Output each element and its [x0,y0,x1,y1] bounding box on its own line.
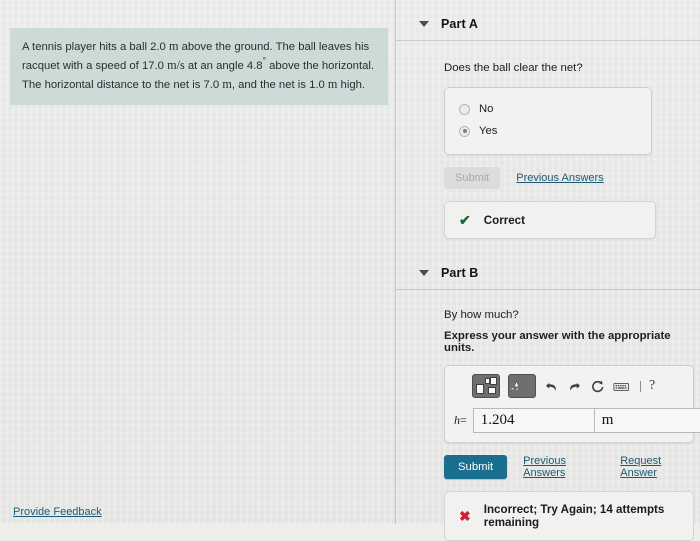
part-b-question: By how much? [444,309,519,321]
part-b-previous-answers-link[interactable]: Previous Answers [523,455,610,479]
radio-no-icon[interactable] [459,103,470,115]
problem-line3-text-c: high. [337,79,366,92]
answer-value-input[interactable] [472,408,595,433]
problem-line1-unit: m [168,39,179,53]
part-b-section: Part B By how much? Express your answer … [396,239,700,541]
part-b-request-answer-link[interactable]: Request Answer [620,455,700,479]
keyboard-icon[interactable] [613,379,632,394]
radio-yes-icon[interactable] [459,125,470,137]
part-a-answer-box: No Yes [444,87,652,155]
problem-line2-unit: m/s [167,58,185,73]
problem-line1-text-a: A tennis player hits a ball 2.0 [22,41,169,53]
math-template-fraction-button[interactable] [472,374,500,398]
part-b-title: Part B [441,266,479,280]
chevron-down-icon[interactable] [419,21,429,27]
variable-label: h= [454,413,473,428]
part-a-status-text: Correct [483,213,525,227]
problem-line2-text-b: at an angle 4.8 [184,60,263,73]
problem-line2-text-a: a speed of 17.0 [86,60,168,73]
part-a-question: Does the ball clear the net? [444,62,583,74]
part-a-button-row: Submit Previous Answers [444,167,700,189]
radio-no-label: No [479,103,494,115]
text-cursor-icon [640,380,641,392]
part-b-answer-widget: A ? h= 1.204 m [444,365,700,443]
reset-circle-arrow-icon[interactable] [590,379,605,394]
part-a-section: Part A Does the ball clear the net? No Y… [396,0,700,239]
undo-arrow-icon[interactable] [544,379,559,394]
part-b-status-text: Incorrect; Try Again; 14 attempts remain… [483,503,665,529]
part-b-header[interactable]: Part B [396,263,700,283]
math-template-unit-button[interactable]: A [508,374,536,398]
question-mark-icon[interactable]: ? [649,379,655,393]
check-icon: ✔ [459,212,471,228]
part-b-button-row: Submit Previous Answers Request Answer [444,455,700,479]
part-b-instruction: Express your answer with the appropriate… [444,330,671,354]
part-a-submit-button[interactable]: Submit [444,167,501,189]
problem-line3-text-b: , and the net is 1.0 [231,79,328,92]
svg-text:A: A [516,387,519,391]
part-a-header[interactable]: Part A [396,14,700,34]
part-a-status-banner: ✔ Correct [444,201,656,239]
part-a-previous-answers-link[interactable]: Previous Answers [516,172,603,184]
redo-arrow-icon[interactable] [567,379,582,394]
page-background: A tennis player hits a ball 2.0 m above … [0,0,700,541]
problem-line3-text-a: to the net is 7.0 [141,79,223,92]
part-a-title: Part A [441,17,478,31]
chevron-down-icon-b[interactable] [419,270,429,276]
part-b-input-row: h= [451,408,700,433]
radio-yes-label: Yes [479,125,498,137]
problem-line3-unit-2: m [327,77,338,92]
template-unit-icon: A [511,380,522,391]
answer-units-input[interactable] [594,408,700,433]
problem-line3-unit: m [222,77,232,92]
question-panel: Part A Does the ball clear the net? No Y… [396,0,700,541]
part-b-submit-button[interactable]: Submit [444,455,508,479]
radio-option-no[interactable]: No [445,98,651,120]
math-toolbar: A ? [451,373,687,399]
provide-feedback-link[interactable]: Provide Feedback [13,506,102,518]
problem-statement: A tennis player hits a ball 2.0 m above … [10,28,388,106]
part-b-status-banner: ✖ Incorrect; Try Again; 14 attempts rema… [444,491,694,541]
radio-option-yes[interactable]: Yes [445,120,651,142]
equals-sign: = [460,413,467,427]
x-mark-icon: ✖ [459,508,471,524]
